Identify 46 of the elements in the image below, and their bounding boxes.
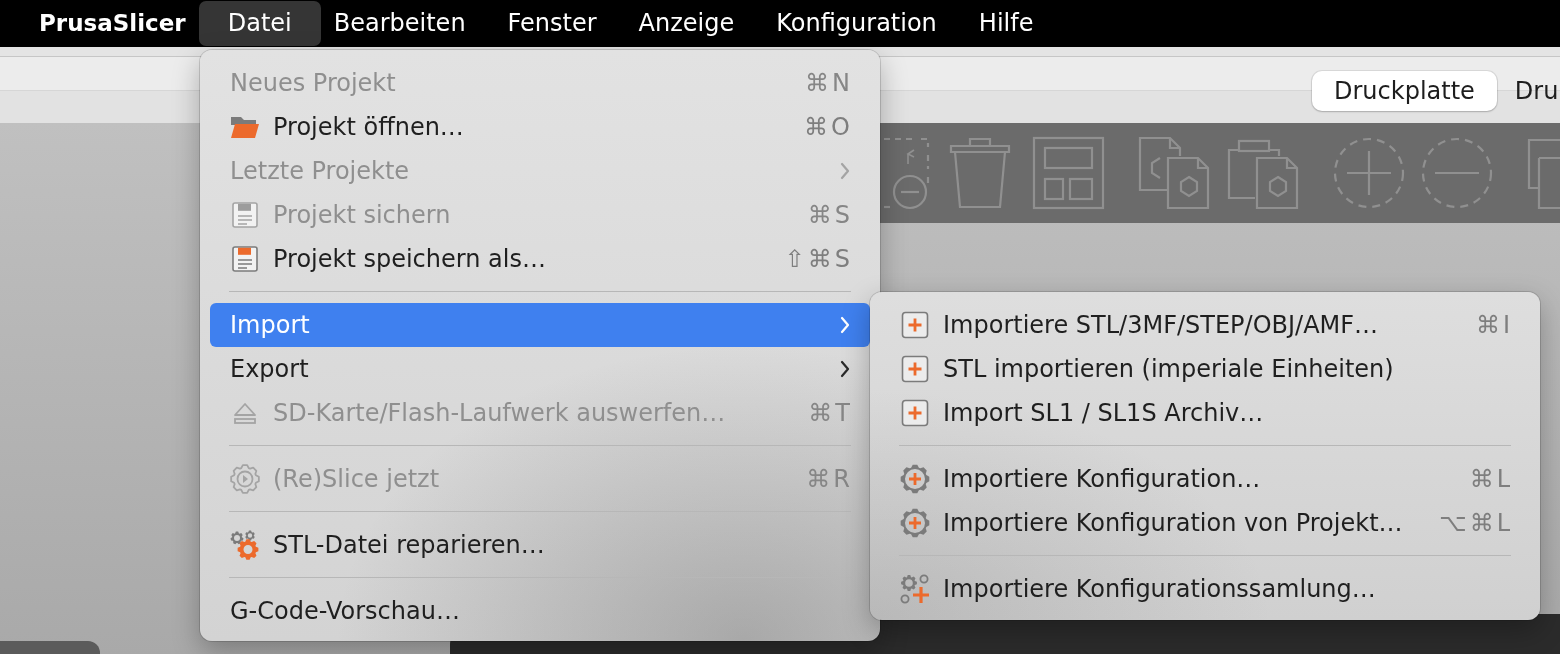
square-plus-icon bbox=[900, 398, 930, 428]
keyboard-shortcut: ⌘S bbox=[807, 201, 853, 229]
menu-title[interactable]: Anzeige bbox=[617, 1, 756, 46]
menu-item[interactable]: Import SL1 / SL1S Archiv… bbox=[880, 391, 1530, 435]
documents-icon[interactable] bbox=[1138, 136, 1211, 210]
tab[interactable]: Druckplatte bbox=[1312, 71, 1497, 111]
keyboard-shortcut: ⌘T bbox=[808, 399, 853, 427]
layout-icon[interactable] bbox=[1032, 136, 1105, 210]
tab[interactable]: Dru bbox=[1498, 71, 1559, 111]
menu-item[interactable]: Export bbox=[210, 347, 870, 391]
menu-title[interactable]: Datei bbox=[198, 1, 321, 46]
menu-item[interactable]: Projekt öffnen… ⌘O bbox=[210, 105, 870, 149]
frame-icon[interactable] bbox=[1527, 136, 1560, 210]
square-plus-icon bbox=[900, 354, 930, 384]
dashed-circle-minus-icon[interactable] bbox=[1421, 136, 1493, 210]
keyboard-shortcut: ⇧⌘S bbox=[784, 245, 853, 273]
menu-item[interactable]: Importiere Konfiguration… ⌘L bbox=[880, 457, 1530, 501]
gears-icon bbox=[230, 530, 260, 560]
keyboard-shortcut: ⌘L bbox=[1469, 465, 1513, 493]
trash-icon[interactable] bbox=[948, 136, 1012, 210]
dashed-square-minus-icon[interactable] bbox=[884, 136, 930, 210]
keyboard-shortcut: ⌘N bbox=[805, 69, 853, 97]
dashed-circle-plus-icon[interactable] bbox=[1333, 136, 1405, 210]
menu-item[interactable]: G-Code-Vorschau… bbox=[210, 589, 870, 633]
keyboard-shortcut: ⌘R bbox=[806, 465, 853, 493]
menu-item[interactable]: Importiere Konfigurationssamlung… bbox=[880, 567, 1530, 611]
chevron-icon bbox=[840, 316, 850, 334]
menu-item[interactable]: Importiere Konfiguration von Projekt… ⌥⌘L bbox=[880, 501, 1530, 545]
keyboard-shortcut: ⌘O bbox=[804, 113, 853, 141]
menu-item[interactable]: Projekt speichern als… ⇧⌘S bbox=[210, 237, 870, 281]
menu-title[interactable]: Konfiguration bbox=[755, 1, 958, 46]
menu-title[interactable]: Hilfe bbox=[957, 1, 1055, 46]
menu-item[interactable]: STL-Datei reparieren… bbox=[210, 523, 870, 567]
square-plus-icon bbox=[900, 310, 930, 340]
gear-plus-icon bbox=[900, 464, 930, 494]
gear-play-icon bbox=[230, 464, 260, 494]
keyboard-shortcut: ⌘I bbox=[1475, 311, 1513, 339]
menu-item[interactable]: STL importieren (imperiale Einheiten) bbox=[880, 347, 1530, 391]
menu-item[interactable]: Importiere STL/3MF/STEP/OBJ/AMF… ⌘I bbox=[880, 303, 1530, 347]
keyboard-shortcut: ⌥⌘L bbox=[1438, 509, 1513, 537]
chevron-icon bbox=[840, 162, 850, 180]
menu-item[interactable]: Import bbox=[210, 303, 870, 347]
gear-plus-icon bbox=[900, 508, 930, 538]
gears-plus-icon bbox=[900, 574, 930, 604]
chevron-icon bbox=[840, 360, 850, 378]
menu-title[interactable]: Fenster bbox=[486, 1, 618, 46]
